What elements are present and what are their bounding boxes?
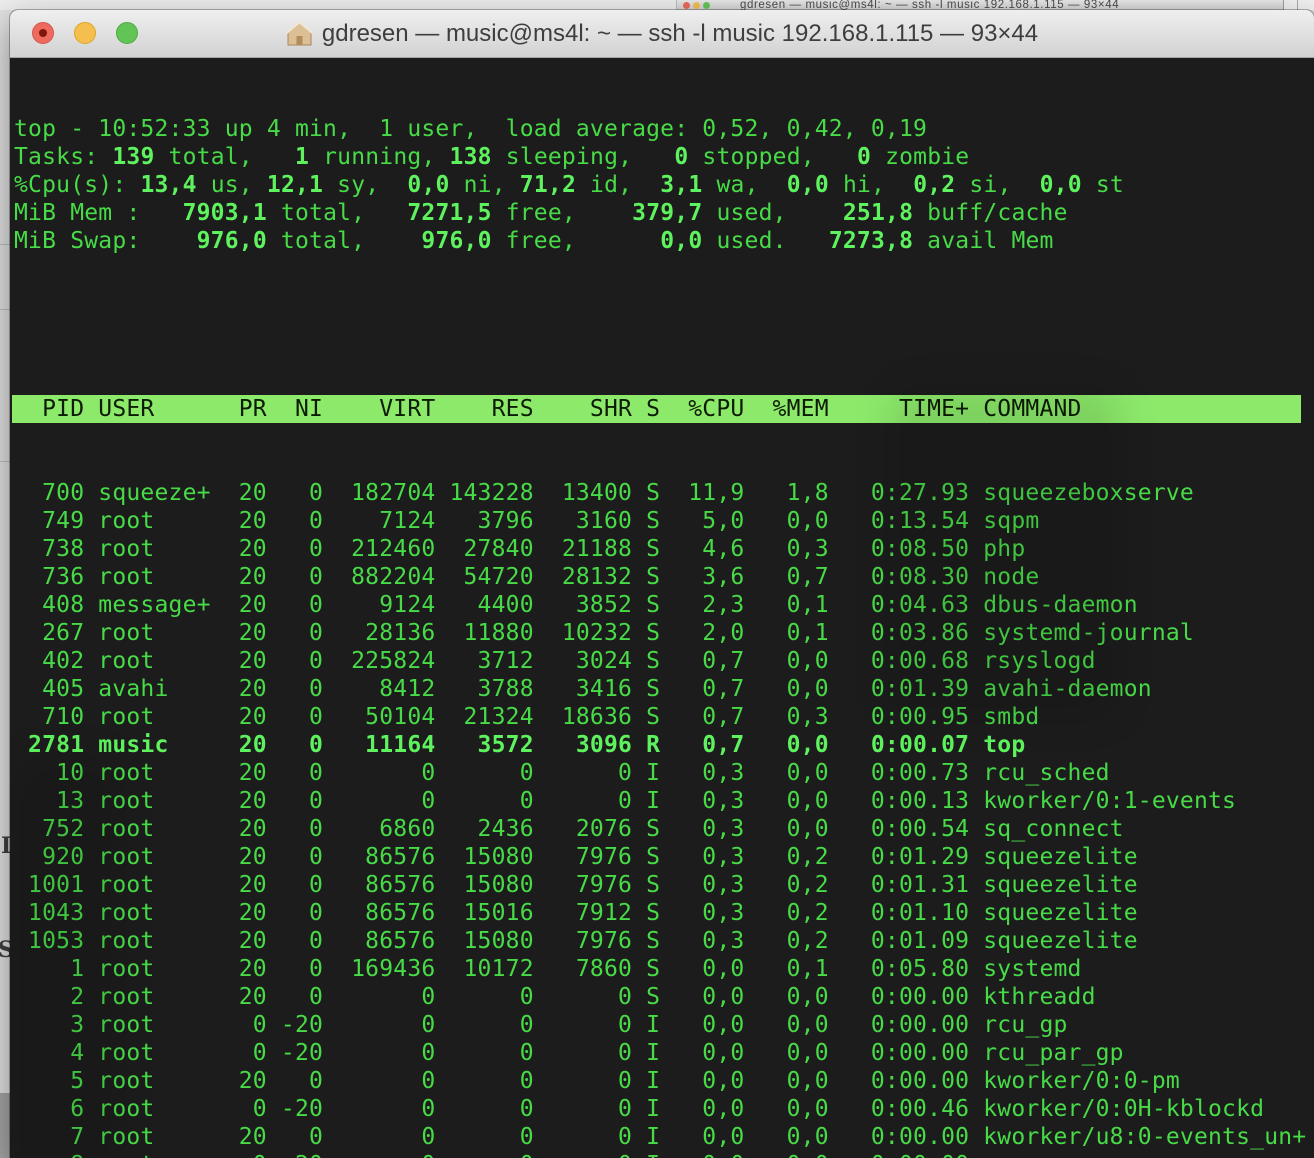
- background-close-icon: [683, 1, 690, 9]
- close-button[interactable]: [32, 22, 54, 44]
- process-row: 700 squeeze+ 20 0 182704 143228 13400 S …: [14, 480, 1194, 506]
- process-table-header: PID USER PR NI VIRT RES SHR S %CPU %MEM …: [12, 395, 1301, 423]
- terminal-content[interactable]: top - 10:52:33 up 4 min, 1 user, load av…: [10, 58, 1314, 1158]
- background-window-fragment: [1283, 0, 1314, 10]
- process-row: 710 root 20 0 50104 21324 18636 S 0,7 0,…: [14, 704, 1040, 730]
- process-row: 1 root 20 0 169436 10172 7860 S 0,0 0,1 …: [14, 956, 1082, 982]
- process-row: 4 root 0 -20 0 0 0 I 0,0 0,0 0:00.00 rcu…: [14, 1040, 1124, 1066]
- process-row: 267 root 20 0 28136 11880 10232 S 2,0 0,…: [14, 620, 1194, 646]
- summary-line: %Cpu(s): 13,4 us, 12,1 sy, 0,0 ni, 71,2 …: [14, 172, 1124, 198]
- summary-line: MiB Swap: 976,0 total, 976,0 free, 0,0 u…: [14, 228, 1054, 254]
- process-rows: 700 squeeze+ 20 0 182704 143228 13400 S …: [14, 479, 1314, 1158]
- background-window-title: gdresen — music@ms4l: ~ — ssh -l music 1…: [740, 0, 1120, 10]
- process-row: 13 root 20 0 0 0 0 I 0,3 0,0 0:00.13 kwo…: [14, 788, 1237, 814]
- process-row: 3 root 0 -20 0 0 0 I 0,0 0,0 0:00.00 rcu…: [14, 1012, 1068, 1038]
- traffic-lights: [32, 22, 138, 44]
- terminal-window: gdresen — music@ms4l: ~ — ssh -l music 1…: [10, 10, 1314, 1158]
- process-row: 1043 root 20 0 86576 15016 7912 S 0,3 0,…: [14, 900, 1138, 926]
- process-row: 10 root 20 0 0 0 0 I 0,3 0,0 0:00.73 rcu…: [14, 760, 1110, 786]
- process-row: 6 root 0 -20 0 0 0 I 0,0 0,0 0:00.46 kwo…: [14, 1096, 1265, 1122]
- background-window-divider: [1297, 0, 1298, 10]
- process-row: 408 message+ 20 0 9124 4400 3852 S 2,3 0…: [14, 592, 1138, 618]
- background-zoom-icon: [703, 1, 710, 9]
- zoom-button[interactable]: [116, 22, 138, 44]
- title-bar[interactable]: gdresen — music@ms4l: ~ — ssh -l music 1…: [10, 10, 1314, 58]
- process-row: 1053 root 20 0 86576 15080 7976 S 0,3 0,…: [14, 928, 1138, 954]
- process-row: 736 root 20 0 882204 54720 28132 S 3,6 0…: [14, 564, 1040, 590]
- background-minimize-icon: [693, 1, 700, 9]
- summary-lines: top - 10:52:33 up 4 min, 1 user, load av…: [14, 115, 1314, 255]
- process-row: 738 root 20 0 212460 27840 21188 S 4,6 0…: [14, 536, 1026, 562]
- process-row: 1001 root 20 0 86576 15080 7976 S 0,3 0,…: [14, 872, 1138, 898]
- background-window-titlebar[interactable]: gdresen — music@ms4l: ~ — ssh -l music 1…: [676, 0, 1284, 10]
- process-row: 749 root 20 0 7124 3796 3160 S 5,0 0,0 0…: [14, 508, 1040, 534]
- home-folder-icon: [285, 21, 313, 46]
- process-row: 405 avahi 20 0 8412 3788 3416 S 0,7 0,0 …: [14, 676, 1152, 702]
- process-row: 2 root 20 0 0 0 0 S 0,0 0,0 0:00.00 kthr…: [14, 984, 1096, 1010]
- window-title-text: gdresen — music@ms4l: ~ — ssh -l music 1…: [321, 19, 1039, 47]
- process-row: 5 root 20 0 0 0 0 I 0,0 0,0 0:00.00 kwor…: [14, 1068, 1180, 1094]
- minimize-button[interactable]: [74, 22, 96, 44]
- process-row: 752 root 20 0 6860 2436 2076 S 0,3 0,0 0…: [14, 816, 1124, 842]
- background-traffic-lights: [683, 1, 710, 9]
- summary-line: top - 10:52:33 up 4 min, 1 user, load av…: [14, 116, 928, 142]
- process-row: 8 root 0 -20 0 0 0 I 0,0 0,0 0:00.00 mm_…: [14, 1151, 1314, 1158]
- window-title: gdresen — music@ms4l: ~ — ssh -l music 1…: [285, 19, 1039, 48]
- process-row: 402 root 20 0 225824 3712 3024 S 0,7 0,0…: [14, 648, 1096, 674]
- summary-line: MiB Mem : 7903,1 total, 7271,5 free, 379…: [14, 200, 1068, 226]
- process-row: 7 root 20 0 0 0 0 I 0,0 0,0 0:00.00 kwor…: [14, 1124, 1307, 1150]
- process-row: 920 root 20 0 86576 15080 7976 S 0,3 0,2…: [14, 844, 1138, 870]
- summary-line: Tasks: 139 total, 1 running, 138 sleepin…: [14, 144, 970, 170]
- process-row: 2781 music 20 0 11164 3572 3096 R 0,7 0,…: [14, 732, 1026, 758]
